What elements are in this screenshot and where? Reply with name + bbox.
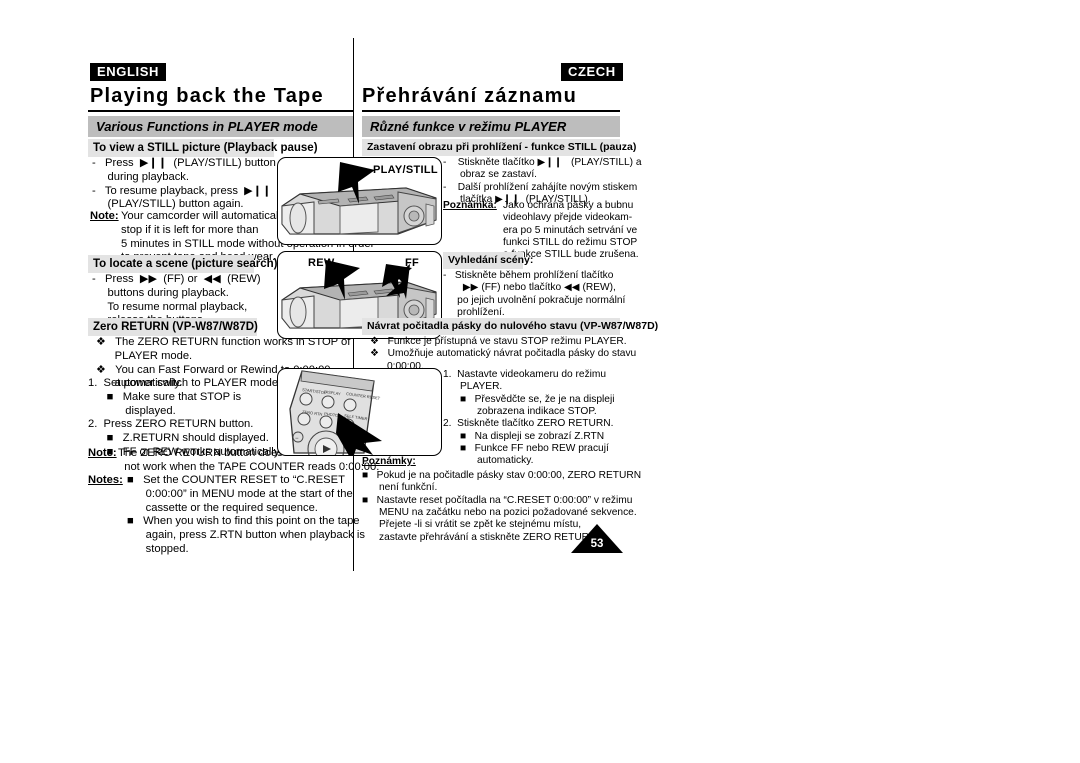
language-badge-english: ENGLISH	[90, 63, 166, 81]
label-ff: FF	[405, 257, 420, 269]
subhead-still-english: To view a STILL picture (Playback pause)	[88, 139, 318, 158]
section-bar-english: Various Functions in PLAYER mode	[88, 116, 353, 137]
zero-return-bullets-czech: ❖ Funkce je přístupná ve stavu STOP reži…	[370, 336, 637, 372]
page-number-text: 53	[590, 538, 604, 550]
language-badge-czech: CZECH	[561, 63, 623, 81]
section-bar-czech: Různé funkce v režimu PLAYER	[362, 116, 620, 137]
label-rew: REW	[308, 257, 335, 269]
manual-page: ENGLISH Playing back the Tape Various Fu…	[0, 0, 1080, 763]
illustration-camcorder-play-still: PLAY/STILL	[277, 157, 442, 245]
page-title-czech: Přehrávání záznamu	[362, 85, 578, 107]
title-rule-english	[88, 110, 353, 112]
note2-label-english: Note:	[88, 447, 117, 459]
subhead-locate-english: To locate a scene (picture search)	[88, 255, 278, 274]
still-body-czech: - Stiskněte tlačítko ▶❙❙ (PLAY/STILL) a …	[443, 157, 642, 206]
title-rule-czech	[362, 110, 620, 112]
remote-control-graphic: START/STOP DISPLAY COUNTER RESET ZERO RT…	[289, 370, 382, 455]
svg-text:−: −	[295, 436, 299, 442]
note-body-czech: Jako ochrana pásky a bubnu videohlavy př…	[503, 200, 639, 261]
subhead-zero-return-czech: Návrat počitadla pásky do nulového stavu…	[362, 318, 658, 336]
subhead-still-czech: Zastavení obrazu při prohlížení - funkce…	[362, 139, 636, 157]
note-label-english: Note:	[90, 210, 119, 222]
notes-label-english: Notes:	[88, 474, 123, 486]
zero-return-steps-czech: 1. Nastavte videokameru do režimu PLAYER…	[443, 369, 615, 467]
illustration-remote-zero-return: START/STOP DISPLAY COUNTER RESET ZERO RT…	[277, 368, 442, 456]
page-title-english: Playing back the Tape	[90, 85, 324, 107]
notes-label-czech: Poznámky:	[362, 456, 416, 467]
note-label-czech: Poznámka:	[443, 200, 497, 211]
subhead-search-czech: Vyhledání scény:	[443, 252, 533, 270]
subhead-zero-return-english: Zero RETURN (VP-W87/W87D)	[88, 318, 258, 337]
search-body-czech: - Stiskněte během prohlížení tlačítko ▶▶…	[443, 270, 626, 319]
notes-body-english: ■ Set the COUNTER RESET to “C.RESET 0:00…	[127, 474, 365, 555]
label-play-still: PLAY/STILL	[373, 164, 438, 176]
still-body-english: - Press ▶❙❙ (PLAY/STILL) button during p…	[92, 157, 276, 211]
